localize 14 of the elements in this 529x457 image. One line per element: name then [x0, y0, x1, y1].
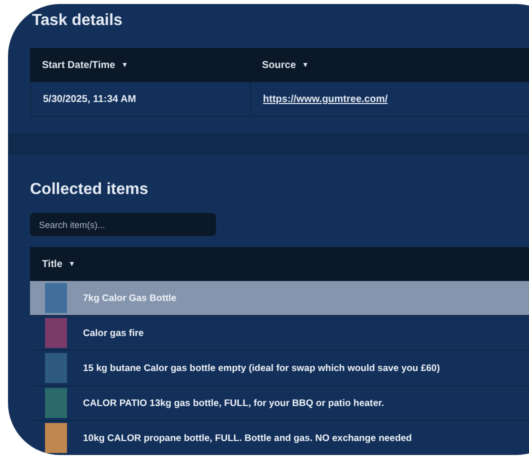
source-link[interactable]: https://www.gumtree.com/: [263, 94, 388, 104]
item-title: 10kg CALOR propane bottle, FULL. Bottle and gas. NO exchange needed: [83, 432, 412, 444]
item-row[interactable]: Calor gas fire: [30, 316, 529, 351]
item-row[interactable]: 10kg CALOR propane bottle, FULL. Bottle and gas. NO exchange needed: [30, 421, 529, 455]
section-title: Task details: [32, 12, 124, 31]
item-title: 15 kg butane Calor gas bottle empty (ideal for swap which would save you £60): [83, 362, 440, 374]
section-title: Collected items: [30, 181, 150, 200]
search-field[interactable]: Search item(s)...: [30, 213, 216, 236]
item-row[interactable]: 15 kg butane Calor gas bottle empty (ideal for swap which would save you £60): [30, 351, 529, 386]
table-cell: 5/30/2025, 11:34 AM: [31, 82, 251, 116]
item-row[interactable]: CALOR PATIO 13kg gas bottle, FULL, for your BBQ or patio heater.: [30, 386, 529, 421]
item-title: 7kg Calor Gas Bottle: [83, 292, 176, 304]
item-title: CALOR PATIO 13kg gas bottle, FULL, for your BBQ or patio heater.: [83, 398, 384, 408]
item-title: Calor gas fire: [83, 328, 144, 338]
